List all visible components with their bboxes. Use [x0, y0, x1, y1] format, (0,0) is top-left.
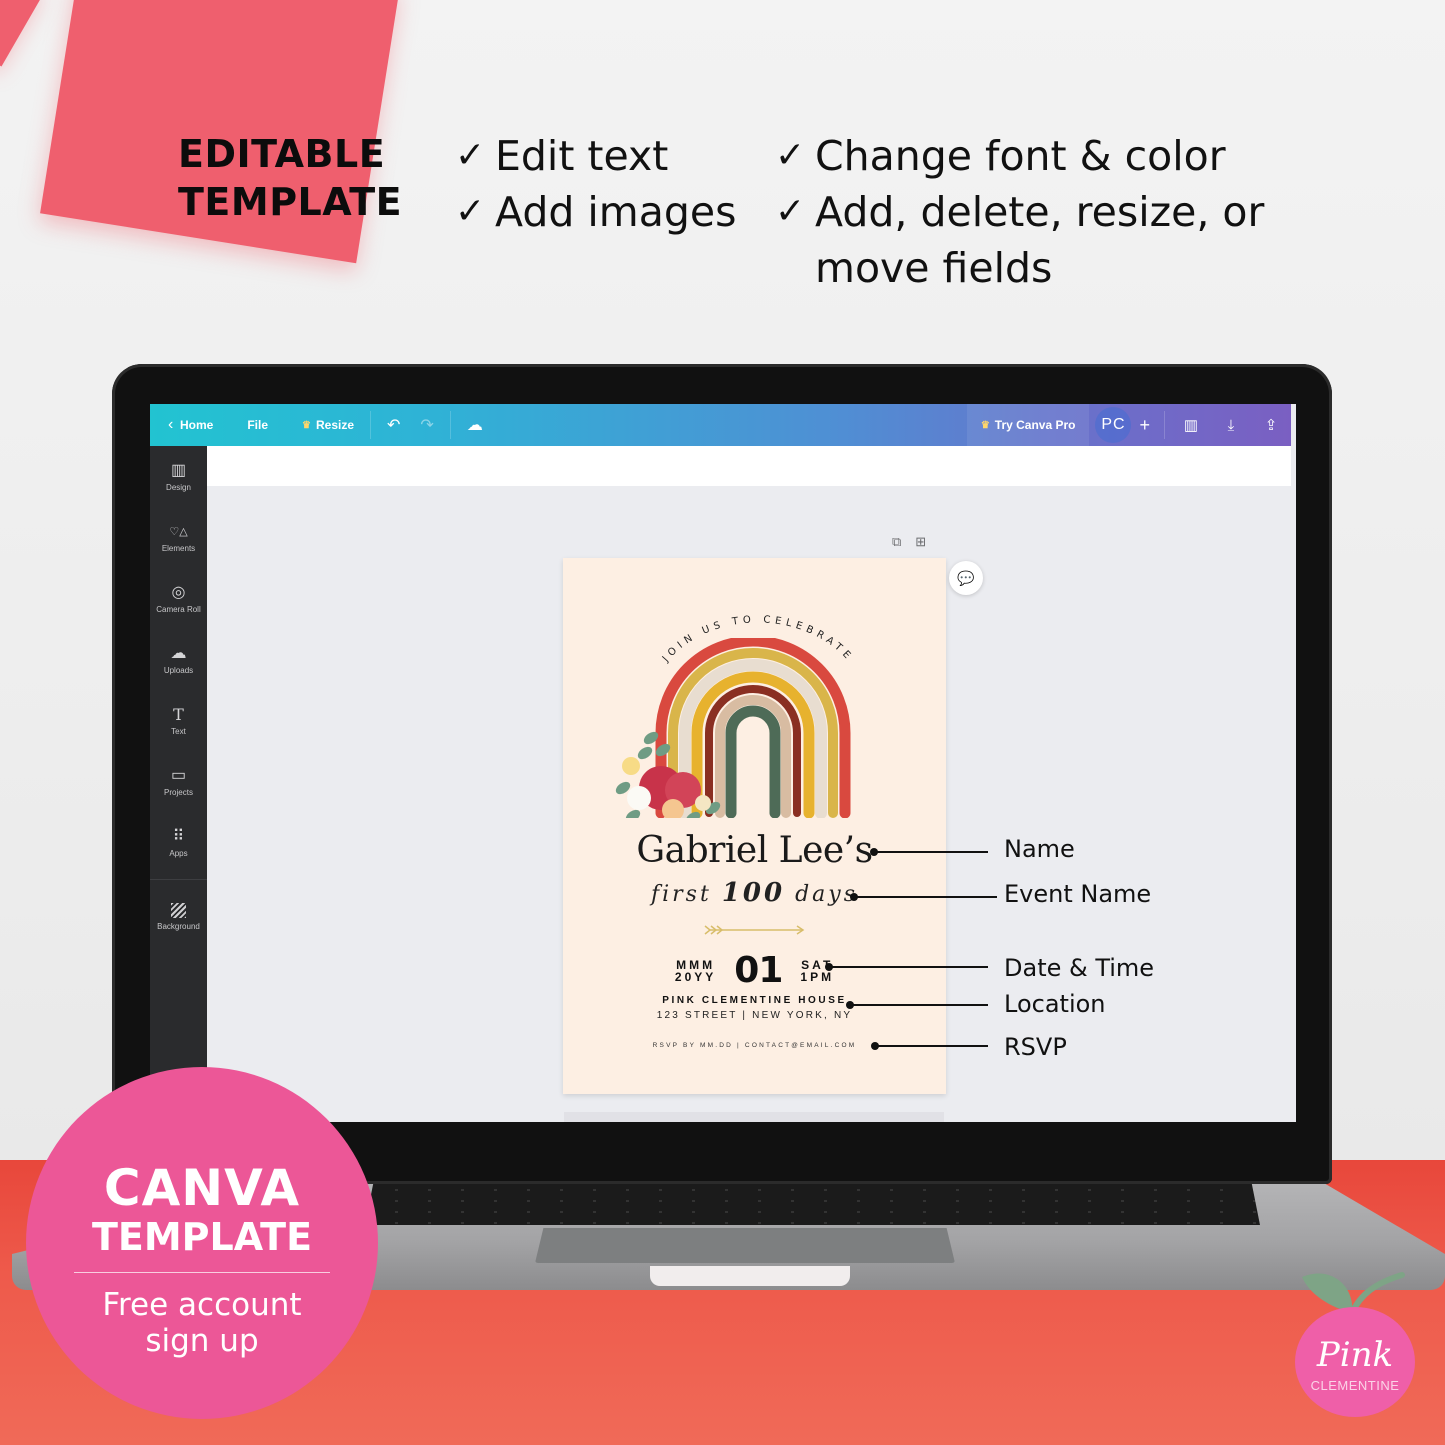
sidebar-item-projects[interactable]: ▭ Projects	[150, 751, 207, 812]
sidebar-divider	[150, 879, 207, 880]
sidebar-item-apps[interactable]: ⠿ Apps	[150, 812, 207, 873]
add-collaborator-icon[interactable]: +	[1131, 404, 1158, 446]
rainbow-band	[725, 705, 781, 818]
callout-line	[877, 1045, 988, 1047]
invitation-date-time[interactable]: MMM 20YY 01 SAT 1PM	[563, 950, 946, 991]
undo-icon[interactable]: ↶	[377, 404, 410, 446]
canva-sidebar: ▥ Design ♡△ Elements ◎ Camera Roll ☁ Upl…	[150, 446, 207, 1122]
laptop-trackpad	[535, 1228, 955, 1263]
feature-item: ✓ Change font & color	[775, 128, 1264, 184]
feature-list-2: ✓ Change font & color ✓ Add, delete, res…	[775, 128, 1264, 296]
logo-wordmark: CLEMENTINE	[1310, 1378, 1400, 1393]
badge-title: CANVA	[103, 1159, 301, 1217]
background-hatch-icon	[171, 902, 186, 918]
canva-template-badge: CANVA TEMPLATE Free account sign up	[26, 1067, 378, 1419]
folder-icon: ▭	[170, 766, 187, 784]
topbar-right-group: ♛ Try Canva Pro PC + ▥ ⤓ ⇪	[966, 404, 1291, 446]
flower	[695, 795, 711, 811]
feature-item: ✓ Edit text	[455, 128, 736, 184]
invitation-event-name[interactable]: first 100 days	[563, 878, 946, 908]
next-page-preview[interactable]	[564, 1112, 944, 1122]
check-icon: ✓	[455, 135, 486, 176]
feature-item: ✓ Add, delete, resize, or	[775, 184, 1264, 240]
arrow-decoration-icon	[704, 925, 805, 935]
analytics-icon[interactable]: ▥	[1171, 404, 1211, 446]
context-toolbar	[207, 446, 1291, 486]
callout-label-date-time: Date & Time	[1004, 954, 1155, 982]
home-button[interactable]: ‹ Home	[150, 404, 223, 446]
sidebar-item-background[interactable]: Background	[150, 886, 207, 947]
crown-icon: ♛	[302, 419, 311, 431]
camera-icon: ◎	[171, 583, 186, 601]
redo-icon[interactable]: ↷	[410, 404, 443, 446]
flower	[622, 757, 640, 775]
logo-script: Pink	[1316, 1335, 1394, 1375]
invitation-address[interactable]: 123 STREET | NEW YORK, NY	[563, 1010, 946, 1021]
crown-icon: ♛	[980, 419, 990, 431]
callout-label-location: Location	[1004, 990, 1106, 1018]
feature-item: ✓ Add images	[455, 184, 736, 240]
download-icon[interactable]: ⤓	[1211, 404, 1251, 446]
sidebar-item-text[interactable]: T Text	[150, 690, 207, 751]
add-comment-icon[interactable]: 💬	[949, 561, 983, 595]
cloud-upload-icon: ☁	[170, 644, 187, 662]
flower	[627, 786, 651, 810]
invitation-design-page[interactable]: JOIN US TO CELEBRATE Gabriel Lee’s first…	[563, 558, 946, 1094]
leaf	[637, 746, 653, 760]
sidebar-item-design[interactable]: ▥ Design	[150, 446, 207, 507]
resize-button[interactable]: ♛ Resize	[292, 404, 364, 446]
laptop-notch	[650, 1266, 850, 1286]
shapes-icon: ♡△	[169, 525, 188, 538]
callout-line	[852, 1004, 988, 1006]
try-canva-pro-button[interactable]: ♛ Try Canva Pro	[966, 404, 1090, 446]
add-page-icon[interactable]: ⊞	[915, 534, 926, 550]
feature-list-1: ✓ Edit text ✓ Add images	[455, 128, 736, 240]
duplicate-page-icon[interactable]: ⧉	[892, 534, 901, 550]
canva-editor-screen: ‹ Home File ♛ Resize ↶ ↷ ☁ ♛ Try Canva P…	[150, 404, 1296, 1122]
callout-line	[856, 896, 997, 898]
headline-line-1: EDITABLE	[178, 132, 386, 176]
file-menu[interactable]: File	[237, 404, 278, 446]
callout-label-event-name: Event Name	[1004, 880, 1152, 908]
editable-template-headline: EDITABLE TEMPLATE	[178, 130, 402, 226]
share-icon[interactable]: ⇪	[1251, 404, 1291, 446]
badge-divider	[74, 1272, 330, 1273]
toolbar-divider	[1164, 411, 1165, 439]
chevron-left-icon: ‹	[168, 416, 174, 433]
day: 01	[734, 950, 783, 991]
badge-tagline: Free account sign up	[102, 1287, 302, 1359]
sidebar-item-elements[interactable]: ♡△ Elements	[150, 507, 207, 568]
rainbow-illustration	[615, 638, 851, 818]
cloud-saved-icon[interactable]: ☁	[457, 404, 493, 446]
pink-clementine-logo: Pink CLEMENTINE	[1290, 1265, 1420, 1420]
sticky-note-small	[0, 0, 47, 67]
callout-line	[876, 851, 988, 853]
avatar[interactable]: PC	[1095, 407, 1132, 443]
sidebar-item-camera-roll[interactable]: ◎ Camera Roll	[150, 568, 207, 629]
toolbar-divider	[449, 411, 451, 439]
page-tools: ⧉ ⊞	[892, 534, 926, 550]
callout-label-name: Name	[1004, 835, 1075, 863]
feature-item: move fields	[815, 244, 1053, 292]
month: MMM	[676, 957, 716, 972]
time: 1PM	[800, 969, 835, 984]
check-icon: ✓	[775, 191, 806, 232]
check-icon: ✓	[775, 135, 806, 176]
laptop-keyboard	[365, 1180, 1260, 1225]
apps-grid-icon: ⠿	[172, 827, 185, 845]
layout-icon: ▥	[170, 461, 187, 479]
text-icon: T	[173, 704, 184, 724]
headline-line-2: TEMPLATE	[178, 180, 403, 224]
badge-subtitle: TEMPLATE	[91, 1215, 313, 1259]
toolbar-divider	[370, 411, 372, 439]
check-icon: ✓	[455, 191, 486, 232]
canva-topbar: ‹ Home File ♛ Resize ↶ ↷ ☁ ♛ Try Canva P…	[150, 404, 1291, 446]
year: 20YY	[674, 969, 717, 984]
sidebar-item-uploads[interactable]: ☁ Uploads	[150, 629, 207, 690]
callout-line	[831, 966, 988, 968]
callout-label-rsvp: RSVP	[1004, 1033, 1067, 1061]
